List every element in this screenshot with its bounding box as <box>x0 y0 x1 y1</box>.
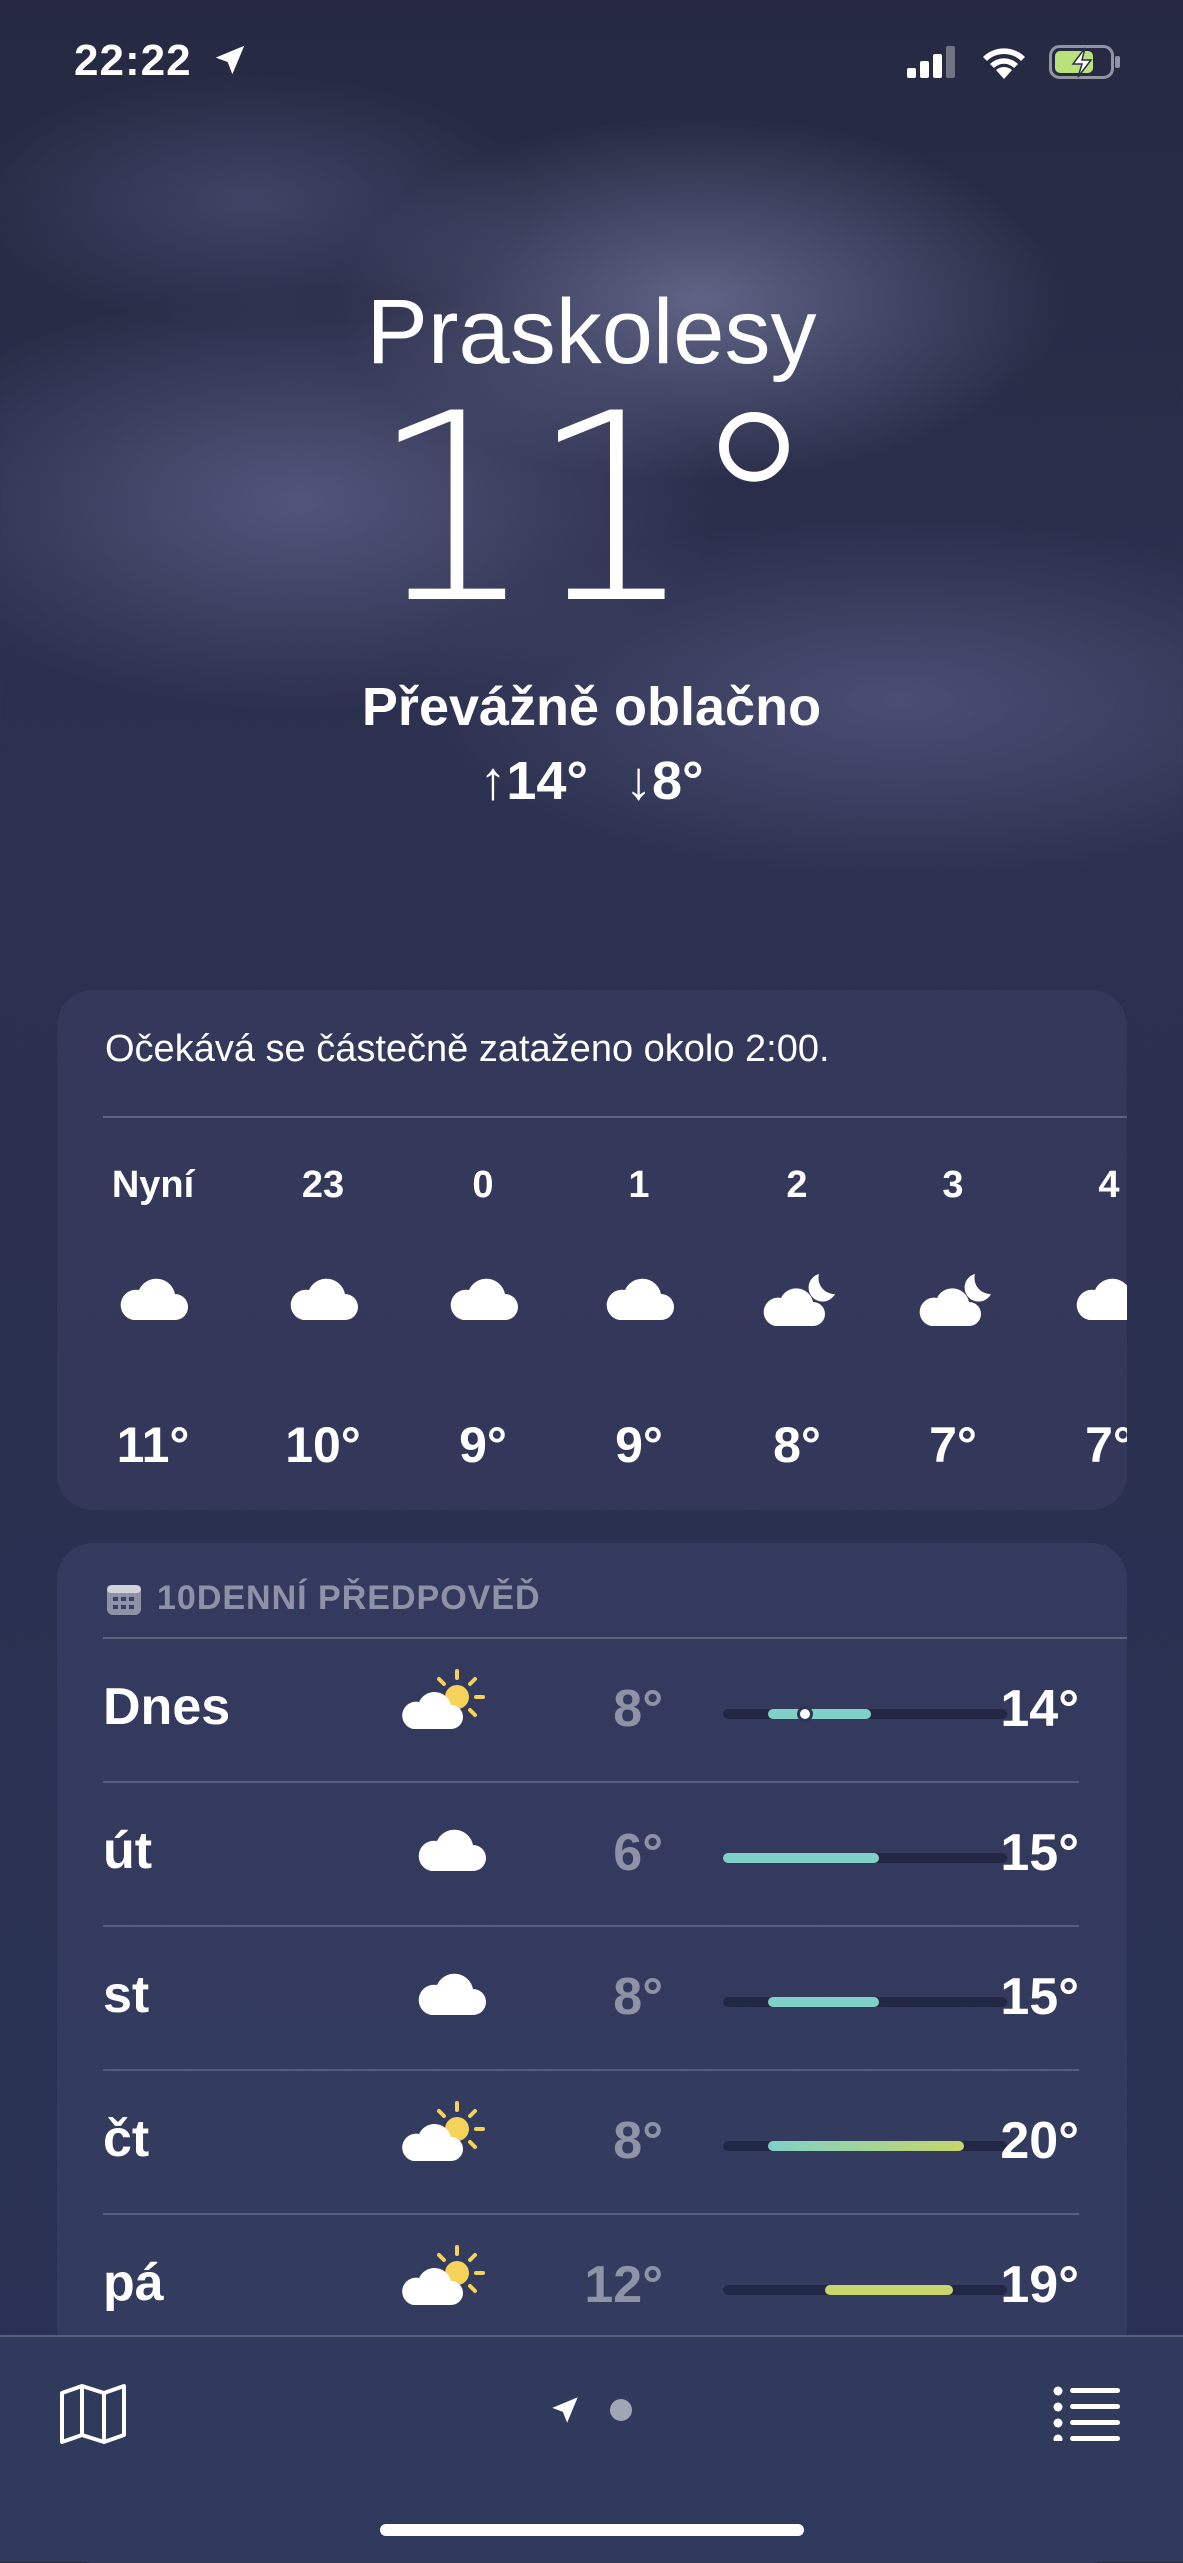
day-name: Dnes <box>103 1678 231 1736</box>
day-high: 15° <box>1000 1824 1079 1882</box>
day-low: 8° <box>613 2112 663 2170</box>
hour-label: 0 <box>472 1164 494 1206</box>
current-temperature: 11° <box>370 359 819 661</box>
day-high: 14° <box>1000 1680 1079 1738</box>
cloud-icon <box>447 1272 519 1327</box>
battery-charging-icon <box>1049 45 1120 79</box>
location-arrow-icon <box>215 45 245 75</box>
status-icons <box>907 44 1121 80</box>
page-dot[interactable] <box>610 2399 632 2421</box>
hour-temp: 7° <box>929 1417 977 1473</box>
hour-label: Nyní <box>111 1164 195 1206</box>
day-name: čt <box>103 2110 150 2168</box>
location-arrow-icon <box>552 2397 578 2423</box>
daily-row[interactable]: Dnes 8° 14° <box>103 1639 1127 1783</box>
day-name: pá <box>103 2254 164 2312</box>
divider <box>103 1116 1127 1118</box>
cloud-icon <box>287 1272 359 1327</box>
hour-label: 1 <box>628 1164 650 1206</box>
range-fill <box>723 1853 880 1863</box>
temperature-range-bar <box>723 1853 1007 1863</box>
hour-temp: 10° <box>285 1417 361 1473</box>
hourly-summary: Očekává se částečně zataženo okolo 2:00. <box>105 1028 830 1070</box>
day-low: 8° <box>613 1680 663 1738</box>
signal-icon <box>907 46 955 78</box>
status-time: 22:22 <box>74 36 249 86</box>
list-button[interactable] <box>1052 2385 1122 2446</box>
hour-label: 4 <box>1098 1164 1120 1206</box>
hour-temp: 9° <box>459 1417 507 1473</box>
home-indicator <box>380 2524 804 2536</box>
map-button[interactable] <box>58 2383 128 2450</box>
temperature-range-bar <box>723 2141 1007 2151</box>
wifi-icon <box>983 48 1025 79</box>
day-low: 6° <box>613 1824 663 1882</box>
hour-temp: 11° <box>116 1417 190 1473</box>
day-high: 15° <box>1000 1968 1079 2026</box>
daily-row[interactable]: st 8° 15° <box>103 1927 1127 2071</box>
cloud-icon <box>603 1272 675 1327</box>
range-fill <box>768 1997 880 2007</box>
hour-temp: 8° <box>773 1417 821 1473</box>
cloud-moon-icon <box>761 1272 841 1333</box>
range-fill <box>768 1709 871 1719</box>
daily-title-text: 10DENNÍ PŘEDPOVĚĎ <box>157 1579 541 1617</box>
cloud-icon <box>1073 1272 1127 1327</box>
current-condition: Převážně oblačno <box>361 677 822 737</box>
range-fill <box>825 2285 954 2295</box>
day-low: 8° <box>613 1968 663 2026</box>
temperature-range-bar <box>723 1706 1007 1722</box>
daily-row[interactable]: čt 8° 20° <box>103 2071 1127 2215</box>
daily-title: 10DENNÍ PŘEDPOVĚĎ <box>105 1579 541 1618</box>
location-page-button[interactable] <box>548 2393 582 2432</box>
temperature-range-bar <box>723 1997 1007 2007</box>
calendar-icon <box>107 1584 141 1615</box>
current-temp-dot <box>797 1706 814 1722</box>
day-low: 12° <box>584 2256 663 2314</box>
temperature-range-bar <box>723 2285 1007 2295</box>
hour-temp: 9° <box>615 1417 663 1473</box>
list-icon <box>1053 2386 1120 2444</box>
map-icon <box>60 2384 126 2444</box>
hourly-forecast-card[interactable]: Očekává se částečně zataženo okolo 2:00.… <box>57 990 1127 1510</box>
cloud-icon <box>117 1272 189 1327</box>
day-name: út <box>103 1822 153 1880</box>
hour-label: 23 <box>301 1164 345 1206</box>
day-high: 20° <box>1000 2112 1079 2170</box>
hour-label: 2 <box>786 1164 808 1206</box>
daily-row[interactable]: út 6° 15° <box>103 1783 1127 1927</box>
day-name: st <box>103 1966 150 2024</box>
high-low-temperature: ↑14° ↓8° <box>479 751 704 811</box>
day-high: 19° <box>1000 2256 1079 2314</box>
range-fill <box>768 2141 965 2151</box>
hour-temp: 7° <box>1085 1417 1127 1473</box>
cloud-moon-icon <box>917 1272 997 1333</box>
hour-label: 3 <box>942 1164 964 1206</box>
